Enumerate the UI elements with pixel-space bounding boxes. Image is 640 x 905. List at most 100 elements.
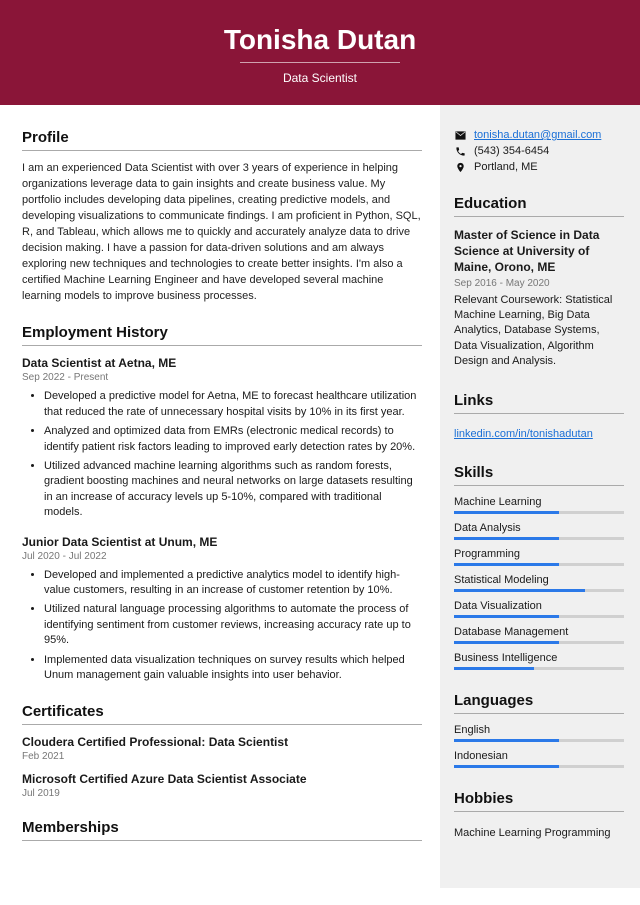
hobbies-heading: Hobbies	[454, 790, 624, 807]
section-rule	[454, 713, 624, 714]
job-bullet: Developed and implemented a predictive a…	[44, 568, 422, 599]
phone-icon	[454, 145, 466, 157]
skill-fill	[454, 511, 559, 514]
skill-bar	[454, 615, 624, 618]
job-bullets: Developed a predictive model for Aetna, …	[22, 389, 422, 520]
skills-heading: Skills	[454, 464, 624, 481]
employment-heading: Employment History	[22, 324, 422, 341]
resume-header: Tonisha Dutan Data Scientist	[0, 0, 640, 105]
linkedin-link[interactable]: linkedin.com/in/tonishadutan	[454, 428, 593, 440]
skill-name: Data Analysis	[454, 522, 624, 534]
job-item: Data Scientist at Aetna, ME Sep 2022 - P…	[22, 356, 422, 520]
skill-fill	[454, 615, 559, 618]
job-bullet: Utilized advanced machine learning algor…	[44, 459, 422, 521]
education-section: Education Master of Science in Data Scie…	[454, 195, 624, 370]
section-rule	[22, 345, 422, 346]
person-title: Data Scientist	[0, 71, 640, 85]
envelope-icon	[454, 129, 466, 141]
skill-bar	[454, 739, 624, 742]
skill-fill	[454, 537, 559, 540]
education-dates: Sep 2016 - May 2020	[454, 278, 624, 289]
links-section: Links linkedin.com/in/tonishadutan	[454, 392, 624, 442]
certificates-section: Certificates Cloudera Certified Professi…	[22, 703, 422, 799]
skill-fill	[454, 641, 559, 644]
employment-section: Employment History Data Scientist at Aet…	[22, 324, 422, 683]
job-item: Junior Data Scientist at Unum, ME Jul 20…	[22, 535, 422, 684]
skill-name: Data Visualization	[454, 600, 624, 612]
certificate-item: Microsoft Certified Azure Data Scientist…	[22, 772, 422, 799]
location-icon	[454, 161, 466, 173]
skill-item: Data Analysis	[454, 522, 624, 540]
main-column: Profile I am an experienced Data Scienti…	[0, 105, 440, 888]
skill-bar	[454, 589, 624, 592]
languages-section: Languages English Indonesian	[454, 692, 624, 768]
skill-item: Database Management	[454, 626, 624, 644]
profile-heading: Profile	[22, 129, 422, 146]
education-heading: Education	[454, 195, 624, 212]
section-rule	[454, 413, 624, 414]
certificate-title: Cloudera Certified Professional: Data Sc…	[22, 735, 422, 749]
job-bullet: Implemented data visualization technique…	[44, 653, 422, 684]
skill-fill	[454, 667, 534, 670]
languages-heading: Languages	[454, 692, 624, 709]
skill-item: Programming	[454, 548, 624, 566]
section-rule	[22, 150, 422, 151]
section-rule	[22, 724, 422, 725]
skill-bar	[454, 641, 624, 644]
skill-fill	[454, 589, 585, 592]
skill-item: Business Intelligence	[454, 652, 624, 670]
hobby-item: Machine Learning Programming	[454, 822, 624, 842]
contact-location-row: Portland, ME	[454, 161, 624, 173]
skill-item: Indonesian	[454, 750, 624, 768]
skills-section: Skills Machine Learning Data Analysis Prog…	[454, 464, 624, 670]
skill-name: Database Management	[454, 626, 624, 638]
skill-bar	[454, 511, 624, 514]
profile-section: Profile I am an experienced Data Scienti…	[22, 129, 422, 304]
certificates-heading: Certificates	[22, 703, 422, 720]
job-dates: Sep 2022 - Present	[22, 372, 422, 383]
section-rule	[454, 811, 624, 812]
skill-name: Business Intelligence	[454, 652, 624, 664]
skill-name: Programming	[454, 548, 624, 560]
memberships-heading: Memberships	[22, 819, 422, 836]
skill-item: Data Visualization	[454, 600, 624, 618]
contact-section: tonisha.dutan@gmail.com (543) 354-6454 P…	[454, 129, 624, 173]
skill-item: Statistical Modeling	[454, 574, 624, 592]
skill-fill	[454, 563, 559, 566]
education-degree: Master of Science in Data Science at Uni…	[454, 227, 624, 276]
job-bullet: Analyzed and optimized data from EMRs (e…	[44, 424, 422, 455]
hobbies-section: Hobbies Machine Learning Programming	[454, 790, 624, 842]
certificate-date: Jul 2019	[22, 788, 422, 799]
location-text: Portland, ME	[474, 161, 538, 173]
skill-name: Indonesian	[454, 750, 624, 762]
job-title: Junior Data Scientist at Unum, ME	[22, 535, 422, 549]
job-title: Data Scientist at Aetna, ME	[22, 356, 422, 370]
memberships-section: Memberships	[22, 819, 422, 841]
languages-list: English Indonesian	[454, 724, 624, 768]
contact-phone-row: (543) 354-6454	[454, 145, 624, 157]
certificate-item: Cloudera Certified Professional: Data Sc…	[22, 735, 422, 762]
skill-fill	[454, 765, 559, 768]
job-bullets: Developed and implemented a predictive a…	[22, 568, 422, 684]
profile-text: I am an experienced Data Scientist with …	[22, 161, 422, 304]
job-bullet: Developed a predictive model for Aetna, …	[44, 389, 422, 420]
section-rule	[22, 840, 422, 841]
body-wrap: Profile I am an experienced Data Scienti…	[0, 105, 640, 888]
contact-email-row: tonisha.dutan@gmail.com	[454, 129, 624, 141]
section-rule	[454, 485, 624, 486]
skill-name: English	[454, 724, 624, 736]
link-item: linkedin.com/in/tonishadutan	[454, 424, 624, 442]
phone-text: (543) 354-6454	[474, 145, 549, 157]
certificate-title: Microsoft Certified Azure Data Scientist…	[22, 772, 422, 786]
section-rule	[454, 216, 624, 217]
skill-bar	[454, 563, 624, 566]
certificate-date: Feb 2021	[22, 751, 422, 762]
job-dates: Jul 2020 - Jul 2022	[22, 551, 422, 562]
skill-fill	[454, 739, 559, 742]
email-link[interactable]: tonisha.dutan@gmail.com	[474, 129, 601, 141]
skills-list: Machine Learning Data Analysis Programming…	[454, 496, 624, 670]
skill-name: Statistical Modeling	[454, 574, 624, 586]
skill-item: Machine Learning	[454, 496, 624, 514]
job-bullet: Utilized natural language processing alg…	[44, 602, 422, 648]
skill-item: English	[454, 724, 624, 742]
